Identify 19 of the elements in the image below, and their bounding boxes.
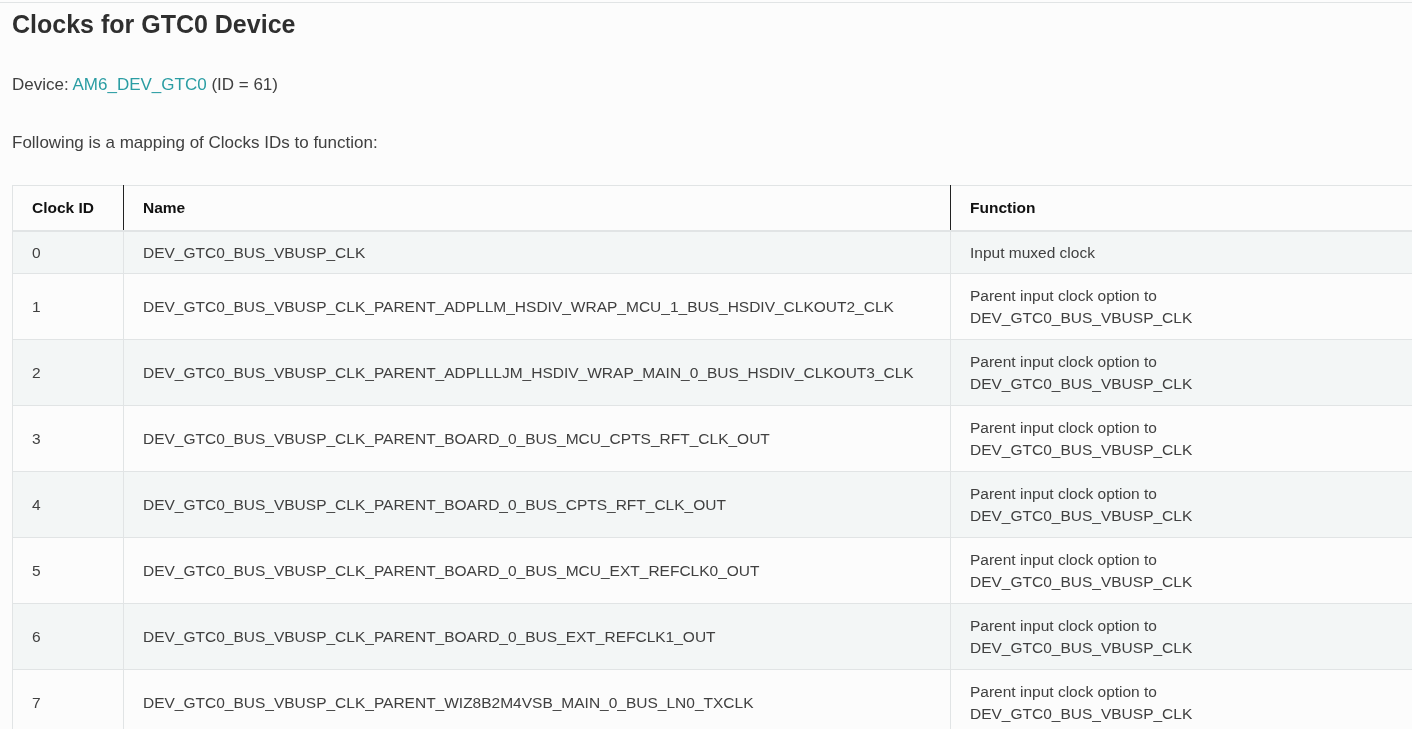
intro-text: Following is a mapping of Clocks IDs to function:	[12, 132, 379, 154]
table-cell: DEV_GTC0_BUS_VBUSP_CLK	[123, 231, 951, 274]
table-cell: DEV_GTC0_BUS_VBUSP_CLK_PARENT_BOARD_0_BUS_EXT_REFCLK1_OUT	[123, 603, 951, 670]
table-cell: Parent input clock option to DEV_GTC0_BUS_VBUSP_CLK	[950, 669, 1412, 729]
table-cell: 7	[12, 669, 124, 729]
table-cell: Parent input clock option to DEV_GTC0_BUS_VBUSP_CLK	[950, 471, 1412, 538]
table-cell: Parent input clock option to DEV_GTC0_BUS_VBUSP_CLK	[950, 603, 1412, 670]
table-cell: 0	[12, 231, 124, 274]
table-cell: Input muxed clock	[950, 231, 1412, 274]
table-cell: 6	[12, 603, 124, 670]
table-cell: DEV_GTC0_BUS_VBUSP_CLK_PARENT_WIZ8B2M4VSB_MAIN_0_BUS_LN0_TXCLK	[123, 669, 951, 729]
device-link[interactable]: AM6_DEV_GTC0	[72, 75, 207, 94]
table-cell: DEV_GTC0_BUS_VBUSP_CLK_PARENT_ADPLLLJM_HSDIV_WRAP_MAIN_0_BUS_HSDIV_CLKOUT3_CLK	[123, 339, 951, 406]
table-cell: 4	[12, 471, 124, 538]
page-heading: Clocks for GTC0 Device	[12, 9, 297, 40]
table-cell: DEV_GTC0_BUS_VBUSP_CLK_PARENT_BOARD_0_BUS_CPTS_RFT_CLK_OUT	[123, 471, 951, 538]
device-line: Device: AM6_DEV_GTC0 (ID = 61)	[12, 74, 279, 96]
table-cell: Parent input clock option to DEV_GTC0_BUS_VBUSP_CLK	[950, 339, 1412, 406]
table-cell: 2	[12, 339, 124, 406]
